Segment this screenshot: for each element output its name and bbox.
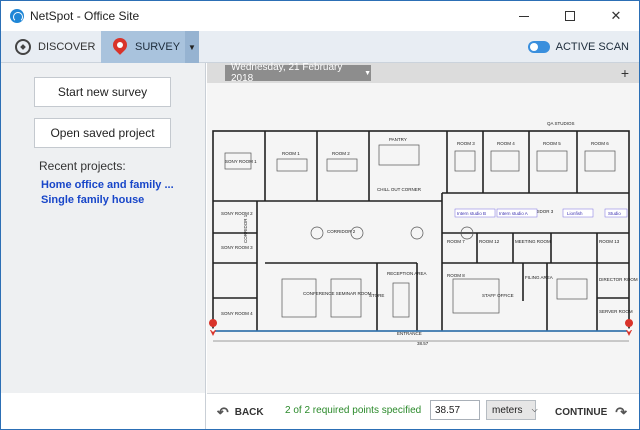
chevron-down-icon: ⌵ <box>531 405 538 414</box>
recent-project-link[interactable]: Home office and family ... <box>41 179 174 191</box>
room-label: ROOM 13 <box>599 239 620 244</box>
continue-label: CONTINUE <box>555 407 608 418</box>
discover-label: DISCOVER <box>38 41 96 53</box>
minimize-icon <box>519 15 529 17</box>
room-label: RECEPTION AREA <box>387 271 427 276</box>
room-label: CONFERENCE SEMINAR ROOM <box>303 291 372 296</box>
room-label: ROOM 7 <box>447 239 465 244</box>
discover-tab[interactable]: DISCOVER <box>1 31 101 63</box>
active-scan-label: ACTIVE SCAN <box>555 41 629 53</box>
maximize-icon <box>565 11 575 21</box>
floor-plan: SONY ROOM 1 ROOM 1 ROOM 2 PANTRY CHILL O… <box>209 121 638 346</box>
netspot-logo-icon <box>10 9 24 23</box>
arrow-right-icon: ↷ <box>615 404 627 420</box>
room-label: CHILL OUT CORNER <box>377 187 422 192</box>
room-label: STAFF OFFICE <box>482 293 514 298</box>
outer-wall <box>212 130 630 332</box>
room-label: SONY ROOM 4 <box>221 311 253 316</box>
toggle-switch[interactable] <box>527 41 550 53</box>
room-label: MEETING ROOM <box>515 239 551 244</box>
survey-tab[interactable]: SURVEY <box>101 31 185 63</box>
arrow-left-icon: ↶ <box>217 404 229 420</box>
left-panel-footer <box>1 393 206 429</box>
room-label: ENTRANCE <box>397 331 422 336</box>
open-saved-project-button[interactable]: Open saved project <box>34 118 171 148</box>
add-zone-button[interactable]: + <box>617 65 633 81</box>
unit-value: meters <box>492 404 523 416</box>
recent-project-link[interactable]: Single family house <box>41 194 144 206</box>
room-label: CORRIDOR 2 <box>327 229 356 234</box>
studio-label: Intern studio A <box>499 211 528 216</box>
close-icon: ✕ <box>610 8 622 23</box>
points-status-text: 2 of 2 required points specified <box>285 405 422 416</box>
room-label: ROOM 4 <box>497 141 515 146</box>
room-label: ROOM 3 <box>457 141 475 146</box>
room-label: ROOM 2 <box>332 151 350 156</box>
chevron-down-icon: ▼ <box>188 42 196 52</box>
maximize-button[interactable] <box>547 1 593 31</box>
wizard-footer: ↶ BACK 2 of 2 required points specified … <box>207 393 639 429</box>
title-bar: NetSpot - Office Site ✕ <box>1 1 639 31</box>
room-label: SONY ROOM 3 <box>221 245 253 250</box>
recent-projects-heading: Recent projects: <box>39 159 126 173</box>
room-label: FILING AREA <box>525 275 553 280</box>
close-button[interactable]: ✕ <box>593 1 639 31</box>
room-label: PANTRY <box>389 137 407 142</box>
dimension-label: 38.57 <box>417 341 429 346</box>
main-toolbar: DISCOVER SURVEY ▼ ACTIVE SCAN <box>1 31 639 63</box>
room-label: ROOM 12 <box>479 239 500 244</box>
room-label: SONY ROOM 2 <box>221 211 253 216</box>
unit-select[interactable]: meters ⌵ <box>486 400 538 420</box>
studio-label: Lionfish <box>567 211 583 216</box>
continue-button[interactable]: CONTINUE ↷ <box>555 404 627 421</box>
app-window: NetSpot - Office Site ✕ DISCOVER SURVEY … <box>0 0 640 430</box>
window-title: NetSpot - Office Site <box>30 9 140 23</box>
room-label: SONY ROOM 1 <box>225 159 257 164</box>
room-label: ROOM 8 <box>447 273 465 278</box>
studio-label: Intern studio B <box>457 211 486 216</box>
survey-date-label: Wednesday, 21 February 2018 <box>231 62 343 84</box>
start-new-survey-button[interactable]: Start new survey <box>34 77 171 107</box>
studio-label: Studio <box>608 211 621 216</box>
back-button[interactable]: ↶ BACK <box>217 404 264 421</box>
active-scan-toggle[interactable]: ACTIVE SCAN <box>527 31 629 63</box>
room-label: ROOM 6 <box>591 141 609 146</box>
room-label: ROOM 1 <box>282 151 300 156</box>
distance-input[interactable]: 38.57 <box>430 400 480 420</box>
floor-plan-canvas[interactable]: SONY ROOM 1 ROOM 1 ROOM 2 PANTRY CHILL O… <box>207 83 639 393</box>
back-label: BACK <box>234 407 264 418</box>
map-area: Wednesday, 21 February 2018 ▼ + SONY ROO… <box>207 62 639 393</box>
survey-date-dropdown[interactable]: Wednesday, 21 February 2018 ▼ <box>225 62 371 84</box>
room-label: STORE <box>369 293 384 298</box>
survey-dropdown-button[interactable]: ▼ <box>185 31 199 63</box>
minimize-button[interactable] <box>501 1 547 31</box>
room-label: SERVER ROOM <box>599 309 633 314</box>
compass-icon <box>15 39 31 55</box>
chevron-down-icon: ▼ <box>364 69 371 77</box>
survey-label: SURVEY <box>135 41 181 53</box>
room-label: CORRIDOR 1 <box>243 214 248 243</box>
left-panel: Start new survey Open saved project Rece… <box>1 63 206 393</box>
room-label: DIRECTOR ROOM <box>599 277 638 282</box>
map-pin-icon <box>113 38 127 56</box>
survey-date-bar: Wednesday, 21 February 2018 ▼ + <box>207 62 639 84</box>
room-label: ROOM 5 <box>543 141 561 146</box>
room-label: QA STUDIOS <box>547 121 575 126</box>
